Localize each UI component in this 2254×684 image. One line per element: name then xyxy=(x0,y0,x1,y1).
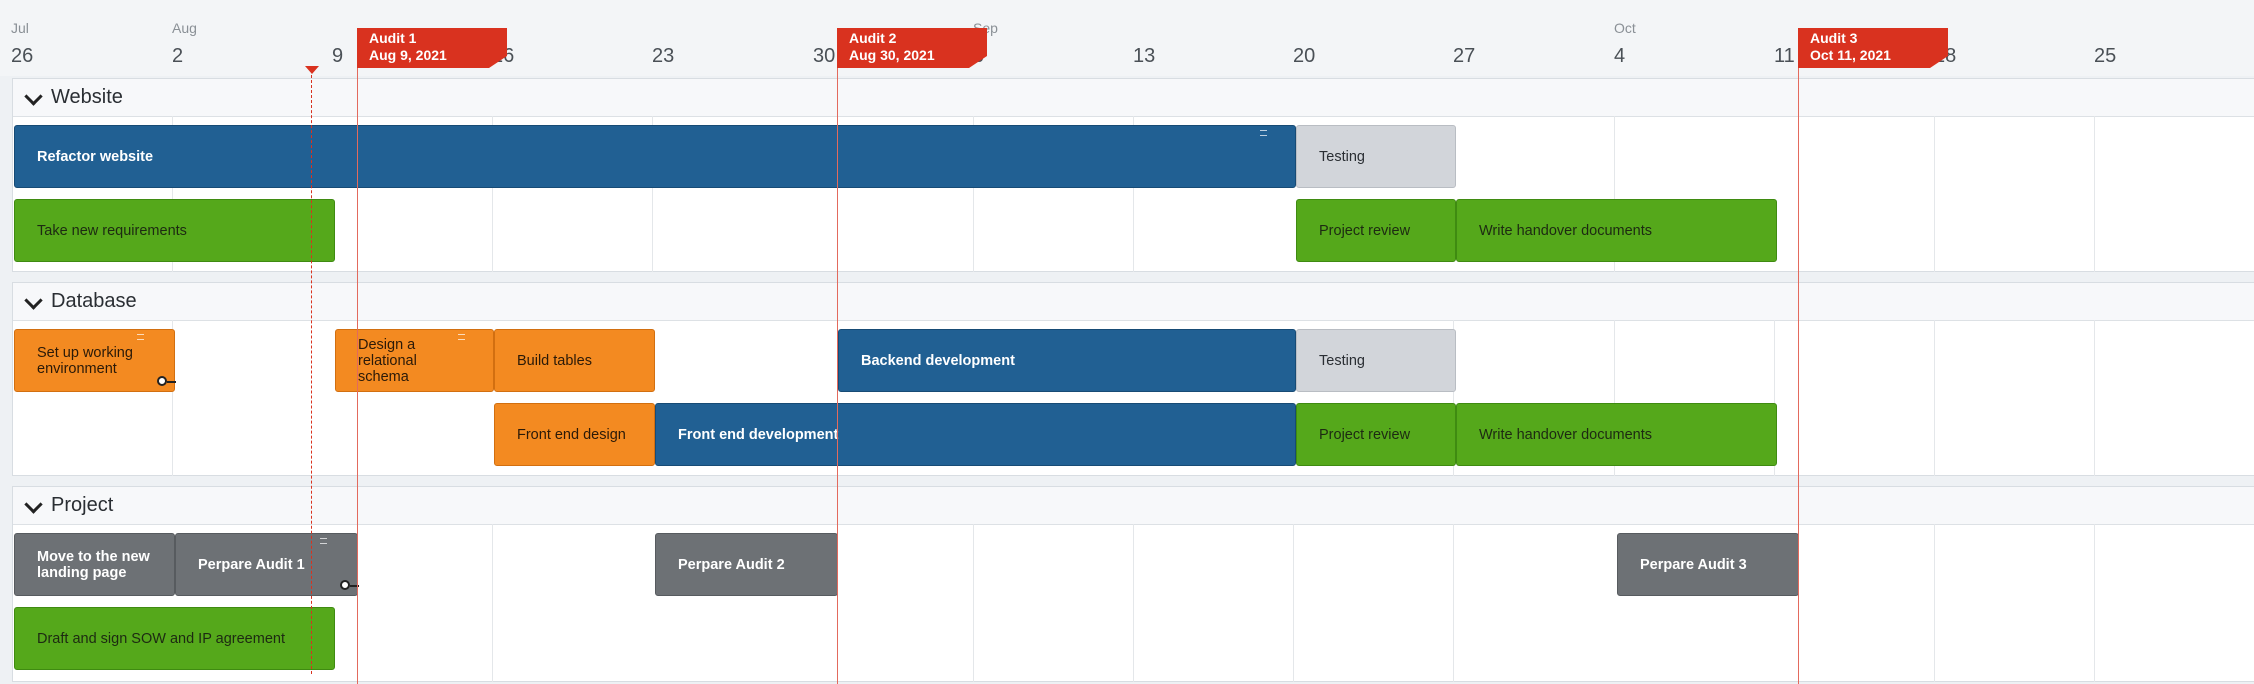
task-label: Project review xyxy=(1319,222,1411,239)
day-label: 23 xyxy=(652,45,675,67)
drag-handle-icon[interactable] xyxy=(320,538,327,544)
task-label: Move to the new landing page xyxy=(37,548,150,581)
task-bar[interactable]: Set up working environment xyxy=(14,329,176,392)
task-label: Testing xyxy=(1319,148,1365,165)
task-bar[interactable]: Project review xyxy=(1296,199,1456,262)
grid-line xyxy=(2094,116,2095,272)
chevron-down-icon[interactable] xyxy=(24,291,43,310)
gantt-chart: Jul Aug Sep Oct 26 2 9 16 23 30 6 13 20 … xyxy=(0,0,2254,684)
task-label: Perpare Audit 1 xyxy=(198,556,305,573)
task-label: Draft and sign SOW and IP agreement xyxy=(37,630,285,647)
task-label: Perpare Audit 2 xyxy=(678,556,785,573)
section-title: Project xyxy=(51,494,114,516)
task-bar[interactable]: Write handover documents xyxy=(1456,403,1777,466)
task-bar[interactable]: Testing xyxy=(1296,125,1456,188)
chevron-down-icon[interactable] xyxy=(24,87,43,106)
grid-line xyxy=(973,524,974,682)
task-bar[interactable]: Backend development xyxy=(838,329,1296,392)
grid-line xyxy=(1934,524,1935,682)
grid-line xyxy=(1934,320,1935,476)
milestone-flag[interactable]: Audit 1 Aug 9, 2021 xyxy=(357,28,507,68)
section-header[interactable]: Database xyxy=(13,283,2254,321)
milestone-date: Aug 9, 2021 xyxy=(369,47,447,63)
milestone-name: Audit 2 xyxy=(849,30,897,46)
grid-line xyxy=(1934,116,1935,272)
task-label: Set up working environment xyxy=(37,344,133,377)
task-bar[interactable]: Design a relational schema xyxy=(335,329,494,392)
task-bar[interactable]: Draft and sign SOW and IP agreement xyxy=(14,607,335,670)
task-label: Write handover documents xyxy=(1479,426,1653,443)
task-label: Write handover documents xyxy=(1479,222,1653,239)
task-bar[interactable]: Testing xyxy=(1296,329,1456,392)
day-label: 4 xyxy=(1614,45,1626,67)
task-label: Backend development xyxy=(861,352,1015,369)
milestone-date: Oct 11, 2021 xyxy=(1810,47,1891,63)
task-bar[interactable]: Perpare Audit 3 xyxy=(1617,533,1799,596)
task-bar[interactable]: Build tables xyxy=(494,329,655,392)
dependency-link-icon[interactable] xyxy=(157,376,176,386)
grid-line xyxy=(1133,524,1134,682)
section-title: Website xyxy=(51,86,123,108)
milestone-flag[interactable]: Audit 2 Aug 30, 2021 xyxy=(837,28,987,68)
milestone-name: Audit 3 xyxy=(1810,30,1858,46)
milestone-line xyxy=(1798,28,1799,684)
day-label: 25 xyxy=(2094,45,2117,67)
drag-handle-icon[interactable] xyxy=(458,334,465,340)
task-bar[interactable]: Perpare Audit 2 xyxy=(655,533,838,596)
task-label: Testing xyxy=(1319,352,1365,369)
section-header[interactable]: Project xyxy=(13,487,2254,525)
task-bar[interactable]: Front end design xyxy=(494,403,655,466)
drag-handle-icon[interactable] xyxy=(137,334,144,340)
section-title: Database xyxy=(51,290,137,312)
dependency-link-icon[interactable] xyxy=(340,580,359,590)
section-header[interactable]: Website xyxy=(13,79,2254,117)
task-bar[interactable]: Refactor website xyxy=(14,125,1296,188)
milestone-date: Aug 30, 2021 xyxy=(849,47,935,63)
day-label: 11 xyxy=(1774,45,1795,67)
drag-handle-icon[interactable] xyxy=(1260,130,1267,136)
milestone-line xyxy=(357,28,358,684)
day-label: 9 xyxy=(332,45,344,67)
task-label: Refactor website xyxy=(37,148,154,165)
grid-line xyxy=(1453,524,1454,682)
task-bar[interactable]: Write handover documents xyxy=(1456,199,1777,262)
grid-line xyxy=(2094,524,2095,682)
today-line xyxy=(311,70,312,674)
task-label: Front end design xyxy=(517,426,626,443)
today-marker-icon xyxy=(305,66,319,74)
task-bar[interactable]: Front end development xyxy=(655,403,1296,466)
task-label: Front end development xyxy=(678,426,839,443)
milestone-name: Audit 1 xyxy=(369,30,417,46)
task-bar[interactable]: Move to the new landing page xyxy=(14,533,175,596)
grid-line xyxy=(1293,524,1294,682)
grid-line xyxy=(2094,320,2095,476)
day-label: 13 xyxy=(1133,45,1156,67)
chevron-down-icon[interactable] xyxy=(24,495,43,514)
day-label: 20 xyxy=(1293,45,1316,67)
task-bar[interactable]: Perpare Audit 1 xyxy=(175,533,359,596)
task-label: Design a relational schema xyxy=(358,336,417,385)
task-label: Take new requirements xyxy=(37,222,187,239)
day-label: 27 xyxy=(1453,45,1476,67)
task-bar[interactable]: Project review xyxy=(1296,403,1456,466)
month-label: Aug xyxy=(172,20,197,36)
day-label: 26 xyxy=(11,45,34,67)
task-label: Perpare Audit 3 xyxy=(1640,556,1747,573)
month-label: Jul xyxy=(11,20,29,36)
day-label: 30 xyxy=(813,45,836,67)
grid-line xyxy=(492,524,493,682)
task-label: Project review xyxy=(1319,426,1411,443)
month-label: Oct xyxy=(1614,20,1636,36)
day-label: 2 xyxy=(172,45,184,67)
task-bar[interactable]: Take new requirements xyxy=(14,199,335,262)
task-label: Build tables xyxy=(517,352,592,369)
milestone-line xyxy=(837,28,838,684)
milestone-flag[interactable]: Audit 3 Oct 11, 2021 xyxy=(1798,28,1948,68)
